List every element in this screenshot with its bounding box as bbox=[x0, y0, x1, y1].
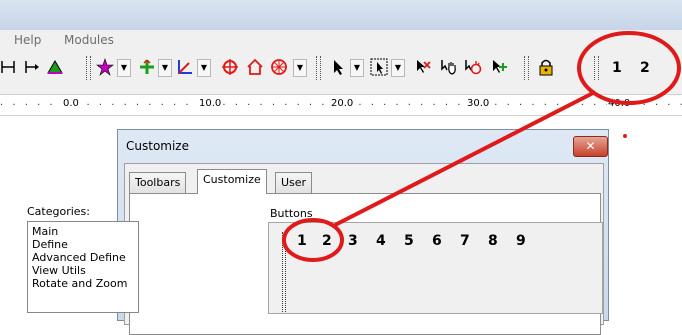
button-8[interactable]: 8 bbox=[488, 233, 498, 249]
window-title-bar bbox=[0, 0, 682, 30]
line-end-icon[interactable] bbox=[24, 58, 42, 76]
lock-icon[interactable] bbox=[537, 58, 555, 76]
toolbar-button-1[interactable]: 1 bbox=[612, 60, 622, 76]
star-icon[interactable] bbox=[96, 58, 114, 76]
tab-toolbars[interactable]: Toolbars bbox=[129, 172, 187, 193]
ruler-tick: 40.0 bbox=[607, 98, 632, 109]
toolbar-separator bbox=[316, 56, 321, 80]
ruler-tick: 20.0 bbox=[330, 98, 355, 109]
hand-icon[interactable] bbox=[464, 58, 482, 76]
toolbar-separator bbox=[524, 56, 529, 80]
cursor-plus-icon[interactable] bbox=[490, 58, 508, 76]
edit-icon[interactable] bbox=[414, 58, 432, 76]
toolbar-separator bbox=[86, 56, 91, 80]
line-end-icon[interactable] bbox=[0, 58, 18, 76]
wheel-icon[interactable] bbox=[270, 58, 288, 76]
annotation-dot bbox=[623, 134, 627, 138]
menu-bar: Help Modules bbox=[0, 30, 682, 50]
menu-item-modules[interactable]: Modules bbox=[64, 33, 114, 47]
close-icon: ✕ bbox=[585, 139, 596, 153]
plus-icon[interactable] bbox=[138, 58, 156, 76]
tab-customize[interactable]: Customize bbox=[197, 169, 267, 194]
wheel-dropdown[interactable]: ▼ bbox=[293, 59, 307, 77]
list-item[interactable]: Advanced Define bbox=[32, 251, 126, 264]
home-icon[interactable] bbox=[246, 58, 264, 76]
buttons-label: Buttons bbox=[270, 207, 313, 220]
axis-dropdown[interactable]: ▼ bbox=[197, 59, 211, 77]
axis-icon[interactable] bbox=[176, 58, 194, 76]
dialog-title: Customize bbox=[126, 139, 189, 153]
button-1[interactable]: 1 bbox=[297, 233, 307, 249]
area-icon[interactable] bbox=[46, 58, 64, 76]
menu-item-help[interactable]: Help bbox=[14, 33, 41, 47]
ruler-tick: 0.0 bbox=[62, 98, 80, 109]
pointer-dropdown[interactable]: ▼ bbox=[350, 59, 364, 77]
toolbar-button-2[interactable]: 2 bbox=[640, 60, 650, 76]
list-item[interactable]: Main bbox=[32, 225, 58, 238]
ruler-tick: 30.0 bbox=[466, 98, 491, 109]
list-item[interactable]: Rotate and Zoom bbox=[32, 277, 127, 290]
pointer-icon[interactable] bbox=[330, 58, 348, 76]
list-item[interactable]: View Utils bbox=[32, 264, 86, 277]
star-dropdown[interactable]: ▼ bbox=[117, 59, 131, 77]
categories-label: Categories: bbox=[27, 205, 90, 218]
button-3[interactable]: 3 bbox=[348, 233, 358, 249]
select-box-icon[interactable] bbox=[370, 58, 388, 76]
list-item[interactable]: Define bbox=[32, 238, 68, 251]
button-7[interactable]: 7 bbox=[460, 233, 470, 249]
close-button[interactable]: ✕ bbox=[573, 136, 608, 157]
horizontal-ruler: . . . . . . . . . . . . . . . . . . . . … bbox=[0, 94, 682, 116]
button-9[interactable]: 9 bbox=[516, 233, 526, 249]
tab-user[interactable]: User bbox=[275, 172, 313, 193]
button-4[interactable]: 4 bbox=[376, 233, 386, 249]
hand-icon[interactable] bbox=[440, 58, 458, 76]
button-2[interactable]: 2 bbox=[322, 233, 332, 249]
button-5[interactable]: 5 bbox=[404, 233, 414, 249]
plus-dropdown[interactable]: ▼ bbox=[158, 59, 172, 77]
toolbar-separator bbox=[594, 56, 599, 80]
buttons-grip[interactable] bbox=[282, 232, 286, 312]
target-icon[interactable] bbox=[221, 58, 239, 76]
ruler-tick: 10.0 bbox=[198, 98, 223, 109]
categories-list[interactable]: Main Define Advanced Define View Utils R… bbox=[27, 221, 139, 313]
button-6[interactable]: 6 bbox=[432, 233, 442, 249]
select-box-dropdown[interactable]: ▼ bbox=[391, 59, 405, 77]
main-toolbar: ▼ ▼ ▼ ▼ ▼ ▼ 1 2 bbox=[0, 50, 682, 94]
